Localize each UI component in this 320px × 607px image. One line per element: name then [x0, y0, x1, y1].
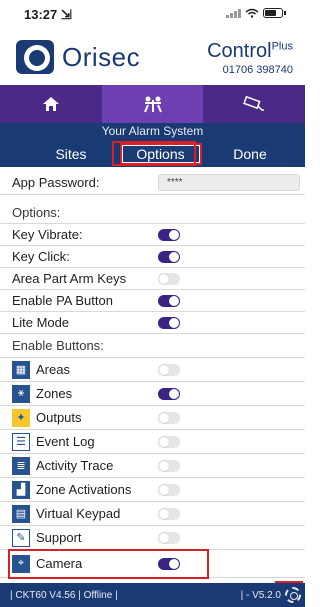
outputs-icon: ✦ — [12, 408, 30, 427]
option-label: Area Part Arm Keys — [12, 271, 127, 286]
button-row-zones: ⚹ Zones — [0, 382, 305, 406]
phone-number: 01706 398740 — [222, 64, 293, 76]
area-part-arm-toggle[interactable] — [158, 273, 180, 285]
button-row-event-log: ☰ Event Log — [0, 430, 305, 454]
camera-icon — [243, 96, 265, 111]
system-title: Your Alarm System — [0, 123, 305, 139]
areas-toggle[interactable] — [158, 364, 180, 376]
app-password-row: App Password: **** — [0, 170, 305, 195]
lite-mode-toggle[interactable] — [158, 317, 180, 329]
camera-highlight — [8, 549, 209, 579]
enable-buttons-header: Enable Buttons: — [12, 338, 104, 353]
button-label: Outputs — [36, 410, 82, 425]
footer-bar: | CKT60 V4.56 | Offline | | - V5.2.0 — [0, 583, 305, 607]
option-label: Key Click: — [12, 249, 70, 264]
button-row-activity-trace: ≣ Activity Trace — [0, 454, 305, 478]
zones-icon — [143, 96, 162, 113]
activity-trace-toggle[interactable] — [158, 460, 180, 472]
option-key-click: Key Click: — [0, 246, 305, 268]
option-enable-pa: Enable PA Button — [0, 290, 305, 312]
event-log-toggle[interactable] — [158, 436, 180, 448]
app-header: Orisec ControlPlus 01706 398740 — [0, 28, 305, 84]
zones-toggle[interactable] — [158, 388, 180, 400]
footer-right: | - V5.2.0 — [240, 590, 281, 601]
status-icons — [226, 8, 286, 18]
control-title: Control — [207, 40, 272, 62]
done-button[interactable]: Done — [209, 143, 291, 165]
battery-icon — [263, 8, 286, 18]
zone-activations-toggle[interactable] — [158, 484, 180, 496]
virtual-keypad-toggle[interactable] — [158, 508, 180, 520]
options-header-row: Options: — [0, 202, 305, 224]
option-label: Lite Mode — [12, 315, 70, 330]
option-key-vibrate: Key Vibrate: — [0, 224, 305, 246]
control-sup: Plus — [271, 40, 293, 53]
button-label: Event Log — [36, 434, 95, 449]
orisec-logo-mark — [16, 40, 54, 74]
areas-icon: ▦ — [12, 360, 30, 379]
brand-name: Orisec — [62, 41, 141, 72]
option-label: Key Vibrate: — [12, 227, 83, 242]
enable-buttons-header-row: Enable Buttons: — [0, 334, 305, 358]
virtual-keypad-icon: ▤ — [12, 504, 30, 523]
signal-icon — [226, 8, 241, 18]
gear-icon[interactable] — [285, 587, 301, 603]
status-time: 13:27 ⇲ — [24, 7, 72, 22]
button-label: Zone Activations — [36, 482, 132, 497]
options-highlight — [112, 141, 196, 166]
nav-zones[interactable] — [101, 85, 204, 123]
button-label: Virtual Keypad — [36, 506, 121, 521]
button-row-areas: ▦ Areas — [0, 358, 305, 382]
enable-pa-toggle[interactable] — [158, 295, 180, 307]
option-label: Enable PA Button — [12, 293, 113, 308]
option-area-part-arm: Area Part Arm Keys — [0, 268, 305, 290]
app-password-label: App Password: — [12, 174, 100, 190]
activity-trace-icon: ≣ — [12, 456, 30, 475]
button-row-outputs: ✦ Outputs — [0, 406, 305, 430]
orisec-logo: Orisec — [16, 40, 140, 74]
home-icon — [42, 97, 59, 111]
event-log-icon: ☰ — [12, 432, 30, 451]
footer-left: | CKT60 V4.56 | Offline | — [10, 590, 118, 601]
outputs-toggle[interactable] — [158, 412, 180, 424]
app-password-field[interactable]: **** — [158, 174, 300, 191]
support-toggle[interactable] — [158, 532, 180, 544]
button-row-zone-activations: ▟ Zone Activations — [0, 478, 305, 502]
nav-camera[interactable] — [203, 85, 305, 123]
options-header: Options: — [12, 205, 61, 220]
button-label: Activity Trace — [36, 458, 114, 473]
button-label: Areas — [36, 362, 70, 377]
key-click-toggle[interactable] — [158, 251, 180, 263]
button-label: Zones — [36, 386, 73, 401]
control-plus-branding: ControlPlus 01706 398740 — [207, 40, 293, 76]
key-vibrate-toggle[interactable] — [158, 229, 180, 241]
zone-activations-icon: ▟ — [12, 480, 30, 499]
nav-home[interactable] — [0, 85, 102, 123]
sites-button[interactable]: Sites — [30, 143, 112, 165]
wifi-icon — [245, 8, 259, 18]
zones-icon: ⚹ — [12, 384, 30, 403]
button-label: Support — [36, 530, 82, 545]
button-row-support: ✎ Support — [0, 526, 305, 550]
support-icon: ✎ — [12, 528, 30, 547]
status-bar: 13:27 ⇲ — [0, 0, 305, 28]
option-lite-mode: Lite Mode — [0, 312, 305, 334]
main-nav — [0, 85, 305, 123]
button-row-virtual-keypad: ▤ Virtual Keypad — [0, 502, 305, 526]
